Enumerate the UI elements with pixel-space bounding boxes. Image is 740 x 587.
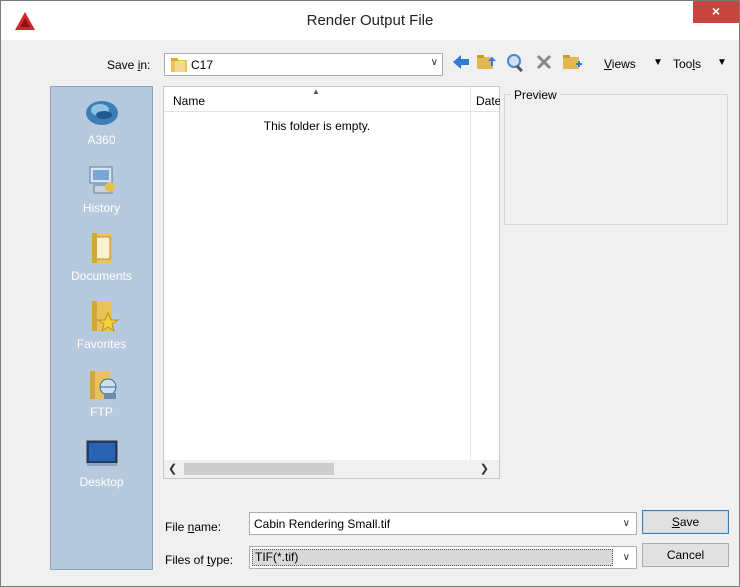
preview-pane [504, 94, 728, 225]
views-dropdown-icon[interactable]: ▼ [653, 57, 663, 68]
up-folder-icon[interactable] [475, 51, 497, 73]
place-desktop[interactable]: Desktop [51, 437, 152, 489]
search-web-icon[interactable] [505, 51, 527, 73]
render-output-dialog: Render Output File × Save in: C17 ∨ View [0, 0, 740, 587]
file-type-label: Files of type: [165, 553, 234, 567]
chevron-down-icon: ∨ [430, 57, 438, 68]
scrollbar-thumb[interactable] [184, 463, 334, 475]
new-folder-icon[interactable] [561, 51, 583, 73]
file-type-selection [252, 549, 613, 566]
views-menu[interactable]: Views [604, 57, 636, 71]
a360-cloud-icon [85, 101, 118, 125]
desktop-icon [86, 440, 117, 466]
place-ftp[interactable]: FTP [51, 367, 152, 419]
ftp-icon [89, 371, 116, 399]
chevron-down-icon[interactable]: ∨ [623, 552, 630, 563]
chevron-down-icon[interactable]: ∨ [623, 518, 630, 529]
save-button[interactable]: Save [642, 510, 729, 534]
place-favorites[interactable]: Favorites [51, 299, 152, 351]
documents-folder-icon [91, 233, 112, 263]
column-header-name[interactable]: Name [173, 94, 205, 108]
tools-dropdown-icon[interactable]: ▼ [717, 57, 727, 68]
header-divider [164, 111, 499, 112]
column-separator [470, 87, 471, 462]
save-in-label: Save in: [107, 58, 151, 72]
column-header-date[interactable]: Date [476, 94, 500, 108]
place-a360[interactable]: A360 [51, 95, 152, 147]
preview-label: Preview [511, 88, 560, 102]
window-title: Render Output File [306, 12, 434, 29]
horizontal-scrollbar[interactable]: ❮ ❯ [164, 460, 499, 478]
file-name-value: Cabin Rendering Small.tif [254, 517, 391, 531]
back-arrow-icon[interactable] [450, 51, 472, 73]
delete-icon[interactable] [533, 51, 555, 73]
favorites-folder-icon [91, 301, 120, 333]
file-name-label: File name: [165, 520, 222, 534]
place-history[interactable]: History [51, 163, 152, 215]
file-list[interactable]: ▲ Name Date This folder is empty. ❮ ❯ [163, 86, 500, 479]
place-documents[interactable]: Documents [51, 231, 152, 283]
sort-ascending-icon: ▲ [312, 87, 320, 96]
folder-icon [171, 58, 187, 72]
empty-folder-message: This folder is empty. [263, 119, 371, 133]
history-icon [89, 166, 115, 194]
file-name-input[interactable]: Cabin Rendering Small.tif ∨ [249, 512, 637, 535]
file-type-value: TIF(*.tif) [255, 550, 299, 564]
title-bar: Render Output File × [1, 1, 739, 40]
save-in-dropdown[interactable]: C17 ∨ [164, 53, 443, 76]
close-button[interactable]: × [693, 1, 739, 23]
save-in-value: C17 [191, 58, 214, 72]
scroll-left-icon[interactable]: ❮ [168, 462, 177, 475]
file-type-dropdown[interactable]: TIF(*.tif) ∨ [249, 546, 637, 569]
cancel-button[interactable]: Cancel [642, 543, 729, 567]
tools-menu[interactable]: Tools [673, 57, 701, 71]
places-bar: A360 History Documents Favorites FTP Des… [50, 86, 153, 570]
scroll-right-icon[interactable]: ❯ [480, 462, 489, 475]
